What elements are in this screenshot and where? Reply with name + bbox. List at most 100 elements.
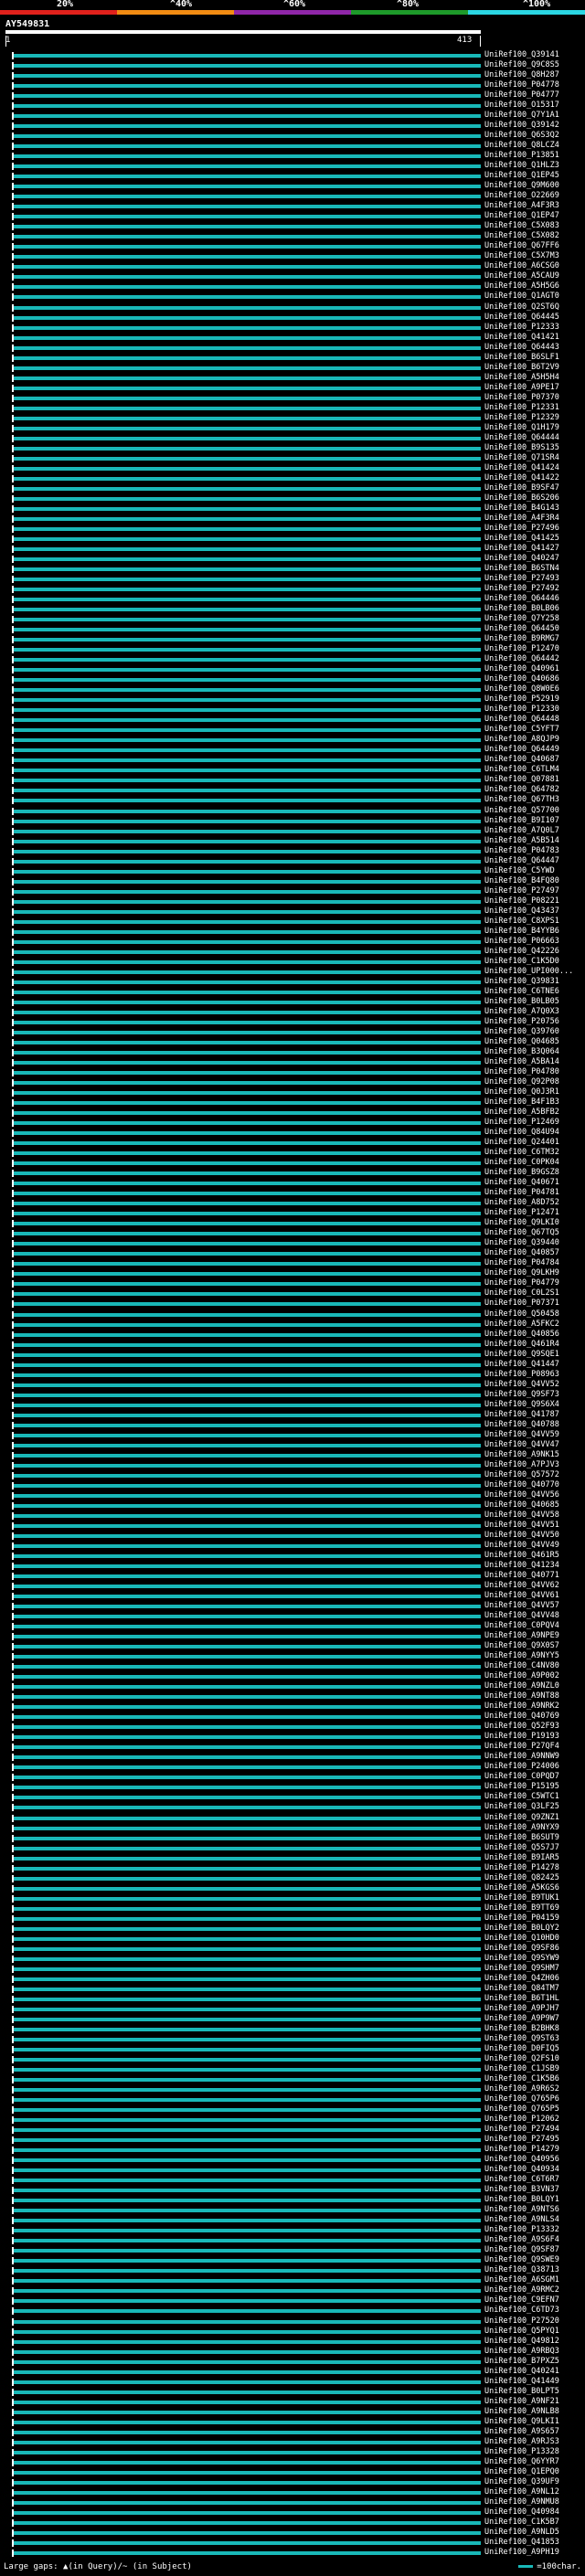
- hit-id-link[interactable]: UniRef100_Q5S7J7: [484, 1843, 559, 1853]
- hit-id-link[interactable]: UniRef100_B9TUK1: [484, 1893, 559, 1903]
- hit-alignment-bar[interactable]: [13, 476, 481, 481]
- hit-row[interactable]: UniRef100_B7PXZ5: [0, 2357, 585, 2368]
- hit-alignment-bar[interactable]: [13, 1675, 481, 1680]
- hit-row[interactable]: UniRef100_Q5PYQ1: [0, 2327, 585, 2337]
- hit-id-link[interactable]: UniRef100_A9RJS3: [484, 2437, 559, 2447]
- hit-alignment-bar[interactable]: [13, 2349, 481, 2354]
- hit-alignment-bar[interactable]: [13, 195, 481, 199]
- hit-id-link[interactable]: UniRef100_Q9ST63: [484, 2034, 559, 2044]
- hit-alignment-bar[interactable]: [13, 175, 481, 179]
- hit-alignment-bar[interactable]: [13, 970, 481, 974]
- hit-row[interactable]: UniRef100_C6TD73: [0, 2306, 585, 2316]
- hit-alignment-bar[interactable]: [13, 2339, 481, 2344]
- hit-id-link[interactable]: UniRef100_P12333: [484, 323, 559, 333]
- hit-id-link[interactable]: UniRef100_Q57700: [484, 806, 559, 816]
- hit-alignment-bar[interactable]: [13, 1040, 481, 1044]
- hit-id-link[interactable]: UniRef100_O22669: [484, 191, 559, 201]
- hit-alignment-bar[interactable]: [13, 2118, 481, 2123]
- hit-id-link[interactable]: UniRef100_Q82425: [484, 1873, 559, 1883]
- hit-id-link[interactable]: UniRef100_Q39760: [484, 1027, 559, 1037]
- hit-id-link[interactable]: UniRef100_A5BFB2: [484, 1108, 559, 1118]
- hit-id-link[interactable]: UniRef100_P07371: [484, 1299, 559, 1309]
- hit-id-link[interactable]: UniRef100_Q6S3Q2: [484, 131, 559, 141]
- hit-id-link[interactable]: UniRef100_B0LPT5: [484, 2387, 559, 2397]
- hit-id-link[interactable]: UniRef100_P24006: [484, 1763, 559, 1772]
- hit-alignment-bar[interactable]: [13, 2027, 481, 2031]
- hit-id-link[interactable]: UniRef100_P04159: [484, 1913, 559, 1924]
- hit-id-link[interactable]: UniRef100_UPI000...: [484, 967, 573, 977]
- hit-id-link[interactable]: UniRef100_Q10HD0: [484, 1934, 559, 1944]
- hit-alignment-bar[interactable]: [13, 2299, 481, 2304]
- hit-alignment-bar[interactable]: [13, 1987, 481, 1991]
- hit-alignment-bar[interactable]: [13, 1171, 481, 1176]
- hit-id-link[interactable]: UniRef100_P27492: [484, 584, 559, 594]
- hit-id-link[interactable]: UniRef100_A9P9W7: [484, 2014, 559, 2024]
- hit-alignment-bar[interactable]: [13, 2239, 481, 2243]
- hit-id-link[interactable]: UniRef100_Q40687: [484, 756, 559, 765]
- hit-alignment-bar[interactable]: [13, 638, 481, 642]
- hit-id-link[interactable]: UniRef100_C0PQD7: [484, 1773, 559, 1782]
- hit-alignment-bar[interactable]: [13, 2259, 481, 2263]
- hit-alignment-bar[interactable]: [13, 1725, 481, 1730]
- hit-id-link[interactable]: UniRef100_B0LQY2: [484, 1924, 559, 1934]
- hit-id-link[interactable]: UniRef100_A9NRK2: [484, 1701, 559, 1712]
- hit-row[interactable]: UniRef100_Q9ZNZ1: [0, 1813, 585, 1824]
- hit-alignment-bar[interactable]: [13, 1543, 481, 1548]
- hit-alignment-bar[interactable]: [13, 567, 481, 572]
- hit-id-link[interactable]: UniRef100_C6TLM4: [484, 766, 559, 775]
- hit-id-link[interactable]: UniRef100_P13332: [484, 2226, 559, 2235]
- hit-row[interactable]: UniRef100_P04783: [0, 846, 585, 857]
- hit-row[interactable]: UniRef100_Q67TH3: [0, 796, 585, 806]
- hit-id-link[interactable]: UniRef100_P19193: [484, 1733, 559, 1742]
- hit-alignment-bar[interactable]: [13, 486, 481, 491]
- hit-alignment-bar[interactable]: [13, 1856, 481, 1860]
- hit-alignment-bar[interactable]: [13, 366, 481, 370]
- hit-row[interactable]: UniRef100_Q461R4: [0, 1340, 585, 1351]
- hit-id-link[interactable]: UniRef100_A5BA14: [484, 1057, 559, 1067]
- hit-id-link[interactable]: UniRef100_Q40771: [484, 1571, 559, 1581]
- hit-alignment-bar[interactable]: [13, 1946, 481, 1951]
- hit-id-link[interactable]: UniRef100_Q4VV59: [484, 1430, 559, 1440]
- hit-row[interactable]: UniRef100_Q50458: [0, 1309, 585, 1320]
- hit-row[interactable]: UniRef100_B9I107: [0, 816, 585, 827]
- hit-alignment-bar[interactable]: [13, 536, 481, 541]
- hit-alignment-bar[interactable]: [13, 1061, 481, 1065]
- hit-id-link[interactable]: UniRef100_Q57572: [484, 1470, 559, 1480]
- hit-alignment-bar[interactable]: [13, 1585, 481, 1589]
- hit-alignment-bar[interactable]: [13, 1121, 481, 1126]
- hit-id-link[interactable]: UniRef100_B9RMG7: [484, 634, 559, 644]
- hit-alignment-bar[interactable]: [13, 779, 481, 783]
- hit-alignment-bar[interactable]: [13, 1272, 481, 1277]
- hit-alignment-bar[interactable]: [13, 164, 481, 169]
- hit-id-link[interactable]: UniRef100_C6TD73: [484, 2306, 559, 2316]
- hit-alignment-bar[interactable]: [13, 2138, 481, 2143]
- hit-id-link[interactable]: UniRef100_P04781: [484, 1188, 559, 1198]
- hit-id-link[interactable]: UniRef100_A9NYX9: [484, 1823, 559, 1833]
- hit-id-link[interactable]: UniRef100_Q1EPQ0: [484, 2467, 559, 2477]
- hit-id-link[interactable]: UniRef100_Q07881: [484, 776, 559, 785]
- hit-alignment-bar[interactable]: [13, 1956, 481, 1961]
- hit-alignment-bar[interactable]: [13, 114, 481, 119]
- hit-id-link[interactable]: UniRef100_Q92P08: [484, 1077, 559, 1087]
- hit-alignment-bar[interactable]: [13, 1242, 481, 1246]
- hit-id-link[interactable]: UniRef100_P12330: [484, 705, 559, 715]
- hit-alignment-bar[interactable]: [13, 2460, 481, 2465]
- hit-alignment-bar[interactable]: [13, 1091, 481, 1096]
- hit-id-link[interactable]: UniRef100_C5WTC1: [484, 1793, 559, 1802]
- hit-id-link[interactable]: UniRef100_Q40770: [484, 1480, 559, 1490]
- hit-alignment-bar[interactable]: [13, 2400, 481, 2404]
- hit-alignment-bar[interactable]: [13, 1786, 481, 1790]
- hit-id-link[interactable]: UniRef100_B4G143: [484, 504, 559, 514]
- hit-alignment-bar[interactable]: [13, 1423, 481, 1427]
- hit-alignment-bar[interactable]: [13, 708, 481, 713]
- hit-alignment-bar[interactable]: [13, 2229, 481, 2233]
- hit-id-link[interactable]: UniRef100_B2BHK8: [484, 2024, 559, 2034]
- hit-alignment-bar[interactable]: [13, 1050, 481, 1055]
- hit-id-link[interactable]: UniRef100_P27493: [484, 574, 559, 584]
- hit-id-link[interactable]: UniRef100_Q52F93: [484, 1723, 559, 1732]
- hit-alignment-bar[interactable]: [13, 1312, 481, 1317]
- hit-id-link[interactable]: UniRef100_Q9LKI0: [484, 1219, 559, 1228]
- hit-alignment-bar[interactable]: [13, 1222, 481, 1226]
- hit-alignment-bar[interactable]: [13, 1564, 481, 1568]
- hit-id-link[interactable]: UniRef100_Q8H287: [484, 70, 559, 80]
